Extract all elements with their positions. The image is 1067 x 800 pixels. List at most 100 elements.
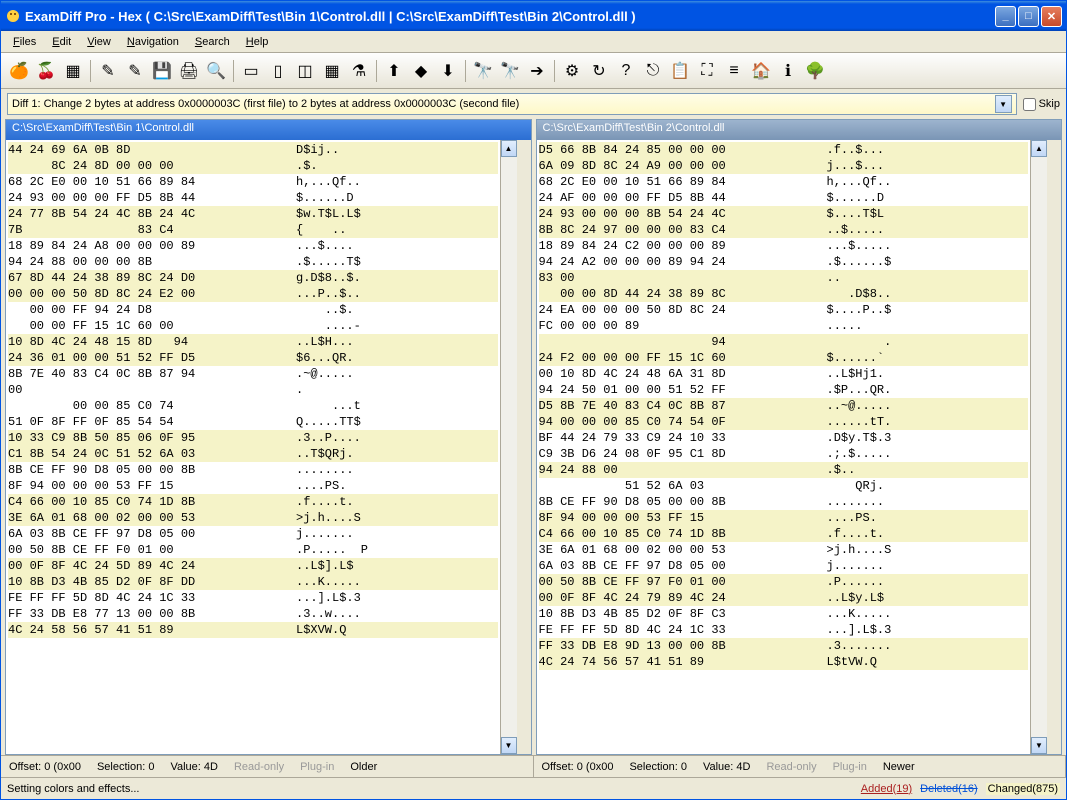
hex-row[interactable]: 51 0F 8F FF 0F 85 54 54Q.....TT$ [8, 414, 498, 430]
fruit-icon[interactable]: 🍊 [7, 59, 31, 83]
edit-right-icon[interactable]: ✎ [123, 59, 147, 83]
options-icon[interactable]: ⚙ [560, 59, 584, 83]
preview-icon[interactable]: 🔍 [204, 59, 228, 83]
hex-row[interactable]: 8B CE FF 90 D8 05 00 00 8B........ [539, 494, 1029, 510]
hex-row[interactable]: 24 AF 00 00 00 FF D5 8B 44$......D [539, 190, 1029, 206]
hex-row[interactable]: 68 2C E0 00 10 51 66 89 84h,...Qf.. [8, 174, 498, 190]
edit-left-icon[interactable]: ✎ [96, 59, 120, 83]
hex-row[interactable]: 00 50 8B CE FF F0 01 00 .P..... P [8, 542, 498, 558]
scroll-down-button[interactable]: ▼ [501, 737, 517, 754]
legend-changed[interactable]: Changed(875) [986, 783, 1060, 795]
hex-row[interactable]: 4C 24 74 56 57 41 51 89 L$tVW.Q [539, 654, 1029, 670]
hex-row[interactable]: 10 8B D3 4B 85 D2 0F 8F DD...K..... [8, 574, 498, 590]
hex-row[interactable]: C1 8B 54 24 0C 51 52 6A 03..T$QRj. [8, 446, 498, 462]
hex-row[interactable]: FF 33 DB E8 77 13 00 00 8B.3..w.... [8, 606, 498, 622]
hex-row[interactable]: 3E 6A 01 68 00 02 00 00 53>j.h....S [539, 542, 1029, 558]
split-h-icon[interactable]: ▯ [266, 59, 290, 83]
hex-row[interactable]: FF 33 DB E8 9D 13 00 00 8B.3....... [539, 638, 1029, 654]
hex-row[interactable]: 24 F2 00 00 00 FF 15 1C 60$......` [539, 350, 1029, 366]
arrow-down-icon[interactable]: ⬇ [436, 59, 460, 83]
copy-icon[interactable]: 📋 [668, 59, 692, 83]
scroll-track[interactable] [501, 157, 517, 737]
menu-view[interactable]: View [79, 34, 119, 50]
right-pane-header[interactable]: C:\Src\ExamDiff\Test\Bin 2\Control.dll [537, 120, 1062, 140]
legend-added[interactable]: Added(19) [861, 783, 912, 795]
hex-row[interactable]: 44 24 69 6A 0B 8DD$ij.. [8, 142, 498, 158]
legend-deleted[interactable]: Deleted(16) [920, 783, 977, 795]
hex-row[interactable]: 18 89 84 24 A8 00 00 00 89...$.... [8, 238, 498, 254]
binoculars-icon[interactable]: 🔭 [471, 59, 495, 83]
left-pane-header[interactable]: C:\Src\ExamDiff\Test\Bin 1\Control.dll [6, 120, 531, 140]
hex-row[interactable]: 00 10 8D 4C 24 48 6A 31 8D..L$Hj1. [539, 366, 1029, 382]
hex-row[interactable]: 10 8B D3 4B 85 D2 0F 8F C3...K..... [539, 606, 1029, 622]
hex-row[interactable]: 67 8D 44 24 38 89 8C 24 D0g.D$8..$. [8, 270, 498, 286]
right-minimap[interactable] [1047, 140, 1061, 754]
hex-row[interactable]: BF 44 24 79 33 C9 24 10 33.D$y.T$.3 [539, 430, 1029, 446]
hex-row[interactable]: 7B 83 C4{ .. [8, 222, 498, 238]
left-minimap[interactable] [517, 140, 531, 754]
help-icon[interactable]: ? [614, 59, 638, 83]
print-icon[interactable]: 🖨 [177, 59, 201, 83]
hex-row[interactable]: 68 2C E0 00 10 51 66 89 84h,...Qf.. [539, 174, 1029, 190]
hex-row[interactable]: D5 66 8B 84 24 85 00 00 00.f..$... [539, 142, 1029, 158]
hex-icon[interactable]: ≡ [722, 59, 746, 83]
hex-row[interactable]: 8B 7E 40 83 C4 0C 8B 87 94.~@..... [8, 366, 498, 382]
hex-row[interactable]: 00 0F 8F 4C 24 5D 89 4C 24..L$].L$ [8, 558, 498, 574]
hex-row[interactable]: 18 89 84 24 C2 00 00 00 89...$..... [539, 238, 1029, 254]
cherries-icon[interactable]: 🍒 [34, 59, 58, 83]
menu-files[interactable]: Files [5, 34, 44, 50]
hex-row[interactable]: 24 EA 00 00 00 50 8D 8C 24$....P..$ [539, 302, 1029, 318]
hex-row[interactable]: 24 36 01 00 00 51 52 FF D5$6...QR. [8, 350, 498, 366]
menu-navigation[interactable]: Navigation [119, 34, 187, 50]
split-v-icon[interactable]: ◫ [293, 59, 317, 83]
menu-help[interactable]: Help [238, 34, 277, 50]
hex-row[interactable]: 94 00 00 00 85 C0 74 54 0F......tT. [539, 414, 1029, 430]
right-scrollbar[interactable]: ▲ ▼ [1030, 140, 1047, 754]
maximize-button[interactable]: □ [1018, 6, 1039, 27]
goto-icon[interactable]: ➔ [525, 59, 549, 83]
skip-check-input[interactable] [1023, 98, 1036, 111]
hex-row[interactable]: 3E 6A 01 68 00 02 00 00 53>j.h....S [8, 510, 498, 526]
hex-row[interactable]: 94 . [539, 334, 1029, 350]
grid-icon[interactable]: ▦ [320, 59, 344, 83]
hex-row[interactable]: 83 00.. [539, 270, 1029, 286]
hex-row[interactable]: C9 3B D6 24 08 0F 95 C1 8D.;.$..... [539, 446, 1029, 462]
save-icon[interactable]: 💾 [150, 59, 174, 83]
hex-row[interactable]: FE FF FF 5D 8D 4C 24 1C 33...].L$.3 [8, 590, 498, 606]
chevron-down-icon[interactable]: ▼ [995, 95, 1012, 113]
diff-dropdown[interactable]: Diff 1: Change 2 bytes at address 0x0000… [7, 93, 1017, 115]
arrow-up-icon[interactable]: ⬆ [382, 59, 406, 83]
hex-row[interactable]: C4 66 00 10 85 C0 74 1D 8B.f....t. [539, 526, 1029, 542]
hex-row[interactable]: 00 0F 8F 4C 24 79 89 4C 24..L$y.L$ [539, 590, 1029, 606]
hex-row[interactable]: 94 24 88 00 00 00 8B .$.....T$ [8, 254, 498, 270]
skip-checkbox[interactable]: Skip [1023, 98, 1060, 111]
diamond-icon[interactable]: ◆ [409, 59, 433, 83]
filter-icon[interactable]: ⚗ [347, 59, 371, 83]
hex-row[interactable]: FC 00 00 00 89..... [539, 318, 1029, 334]
hex-row[interactable]: FE FF FF 5D 8D 4C 24 1C 33...].L$.3 [539, 622, 1029, 638]
hex-row[interactable]: 6A 03 8B CE FF 97 D8 05 00j....... [8, 526, 498, 542]
hex-row[interactable]: 24 93 00 00 00 FF D5 8B 44$......D [8, 190, 498, 206]
hex-row[interactable]: 24 77 8B 54 24 4C 8B 24 4C$w.T$L.L$ [8, 206, 498, 222]
hex-row[interactable]: 00 00 FF 94 24 D8 ..$. [8, 302, 498, 318]
left-scrollbar[interactable]: ▲ ▼ [500, 140, 517, 754]
minimize-button[interactable]: _ [995, 6, 1016, 27]
home-icon[interactable]: 🏠 [749, 59, 773, 83]
hex-row[interactable]: C4 66 00 10 85 C0 74 1D 8B.f....t. [8, 494, 498, 510]
exit-icon[interactable]: ⎋ [641, 59, 665, 83]
hex-row[interactable]: 24 93 00 00 00 8B 54 24 4C$....T$L [539, 206, 1029, 222]
hex-row[interactable]: 00 00 8D 44 24 38 89 8C .D$8.. [539, 286, 1029, 302]
hex-row[interactable]: 51 52 6A 03 QRj. [539, 478, 1029, 494]
menu-edit[interactable]: Edit [44, 34, 79, 50]
hex-row[interactable]: 94 24 50 01 00 00 51 52 FF.$P...QR. [539, 382, 1029, 398]
panels-icon[interactable]: ▦ [61, 59, 85, 83]
hex-row[interactable]: 6A 03 8B CE FF 97 D8 05 00j....... [539, 558, 1029, 574]
hex-row[interactable]: 00 00 00 50 8D 8C 24 E2 00...P..$.. [8, 286, 498, 302]
expand-icon[interactable]: ⛶ [695, 59, 719, 83]
hex-row[interactable]: 8F 94 00 00 00 53 FF 15 ....PS. [539, 510, 1029, 526]
hex-row[interactable]: 8B CE FF 90 D8 05 00 00 8B........ [8, 462, 498, 478]
hex-row[interactable]: 00. [8, 382, 498, 398]
hex-row[interactable]: 94 24 88 00.$.. [539, 462, 1029, 478]
binoculars-next-icon[interactable]: 🔭 [498, 59, 522, 83]
tree-icon[interactable]: 🌳 [803, 59, 827, 83]
